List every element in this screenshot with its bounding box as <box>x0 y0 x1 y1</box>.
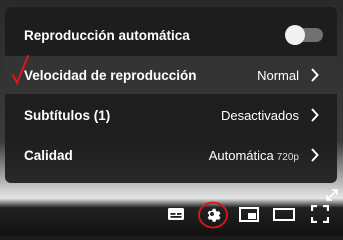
quality-resolution: 720p <box>276 151 299 163</box>
player-controls-bar <box>0 196 343 236</box>
subtitles-value: Desactivados <box>220 107 299 123</box>
playback-speed-label: Velocidad de reproducción <box>24 67 197 83</box>
quality-value-wrap: Automática 720p <box>209 148 299 163</box>
chevron-right-icon <box>311 68 319 82</box>
autoplay-label: Reproducción automática <box>24 27 190 43</box>
subtitles-count: (1) <box>93 107 111 123</box>
menu-item-autoplay[interactable]: Reproducción automática <box>5 16 337 54</box>
autoplay-toggle[interactable] <box>285 25 323 45</box>
chevron-right-icon <box>311 108 319 122</box>
fullscreen-icon[interactable] <box>311 205 329 223</box>
theater-mode-icon[interactable] <box>273 208 295 221</box>
playback-speed-value: Normal <box>257 67 299 83</box>
toggle-knob <box>285 25 305 45</box>
menu-item-quality[interactable]: Calidad Automática 720p <box>5 136 337 174</box>
quality-label: Calidad <box>24 147 73 163</box>
menu-item-subtitles[interactable]: Subtítulos (1) Desactivados <box>5 96 337 134</box>
subtitles-label: Subtítulos (1) <box>24 108 110 123</box>
red-circle-annotation <box>198 201 228 229</box>
chevron-right-icon <box>311 148 319 162</box>
quality-value: Automática <box>208 147 274 163</box>
subtitles-label-text: Subtítulos <box>24 107 90 123</box>
settings-menu: Reproducción automática Velocidad de rep… <box>5 7 337 183</box>
menu-item-playback-speed[interactable]: Velocidad de reproducción Normal <box>5 56 337 94</box>
miniplayer-icon[interactable] <box>239 207 259 222</box>
subtitles-icon[interactable] <box>167 207 185 221</box>
red-checkmark-annotation <box>12 55 29 86</box>
